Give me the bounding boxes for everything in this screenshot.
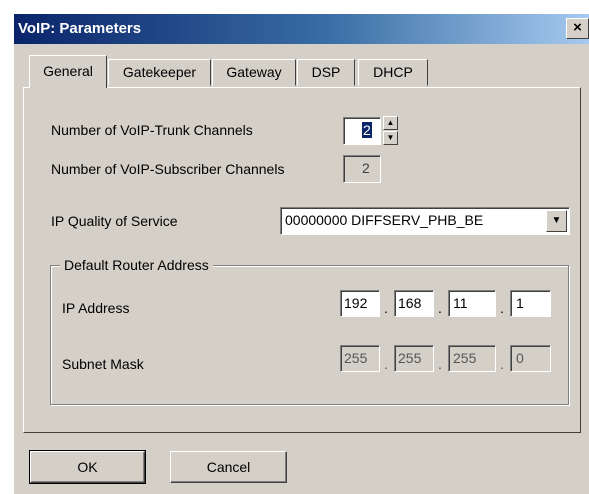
tab-dsp[interactable]: DSP [297,59,355,86]
spin-up-button[interactable]: ▲ [383,116,398,130]
subscriber-channels-value: 2 [362,160,370,176]
tab-gatekeeper[interactable]: Gatekeeper [108,59,211,86]
ip-address-label: IP Address [62,300,130,316]
mask-octet-3: 255 [453,350,477,366]
tab-label: General [43,63,93,79]
mask-octet-1: 255 [344,350,368,366]
octet-separator: . [500,356,504,372]
tab-gateway[interactable]: Gateway [212,59,296,86]
cancel-button[interactable]: Cancel [170,451,287,483]
tab-label: Gatekeeper [122,64,197,80]
subscriber-channels-label: Number of VoIP-Subscriber Channels [51,161,285,177]
close-icon: × [573,19,582,36]
default-router-groupbox [50,265,569,405]
trunk-channels-value: 2 [362,122,372,138]
ok-button-label: OK [77,459,98,475]
spin-down-icon: ▼ [386,133,395,142]
cancel-button-label: Cancel [206,459,251,475]
octet-separator: . [438,356,442,372]
tab-label: DSP [311,64,341,80]
spin-down-button[interactable]: ▼ [383,131,398,145]
ok-button[interactable]: OK [29,450,146,484]
mask-octet-4: 0 [516,350,524,366]
tab-label: Gateway [226,64,282,80]
ip-octet-2: 168 [398,295,422,311]
ip-octet-3: 11 [453,295,468,311]
window-title: VoIP: Parameters [18,20,142,37]
octet-separator: . [438,300,442,316]
close-button[interactable]: × [566,18,589,39]
tab-label: DHCP [373,64,413,80]
octet-separator: . [384,356,388,372]
qos-selected-value: 00000000 DIFFSERV_PHB_BE [285,212,484,228]
tab-dhcp[interactable]: DHCP [358,59,428,86]
qos-dropdown-button[interactable]: ▼ [546,210,567,232]
ip-octet-4: 1 [516,295,524,311]
ip-octet-1: 192 [344,295,368,311]
trunk-channels-label: Number of VoIP-Trunk Channels [51,122,253,138]
spin-up-icon: ▲ [386,118,395,127]
subnet-mask-label: Subnet Mask [62,356,144,372]
tab-general[interactable]: General [29,55,107,88]
chevron-down-icon: ▼ [551,215,562,226]
default-router-group-title: Default Router Address [60,257,213,273]
mask-octet-2: 255 [398,350,422,366]
octet-separator: . [384,300,388,316]
octet-separator: . [500,300,504,316]
qos-label: IP Quality of Service [51,213,178,229]
